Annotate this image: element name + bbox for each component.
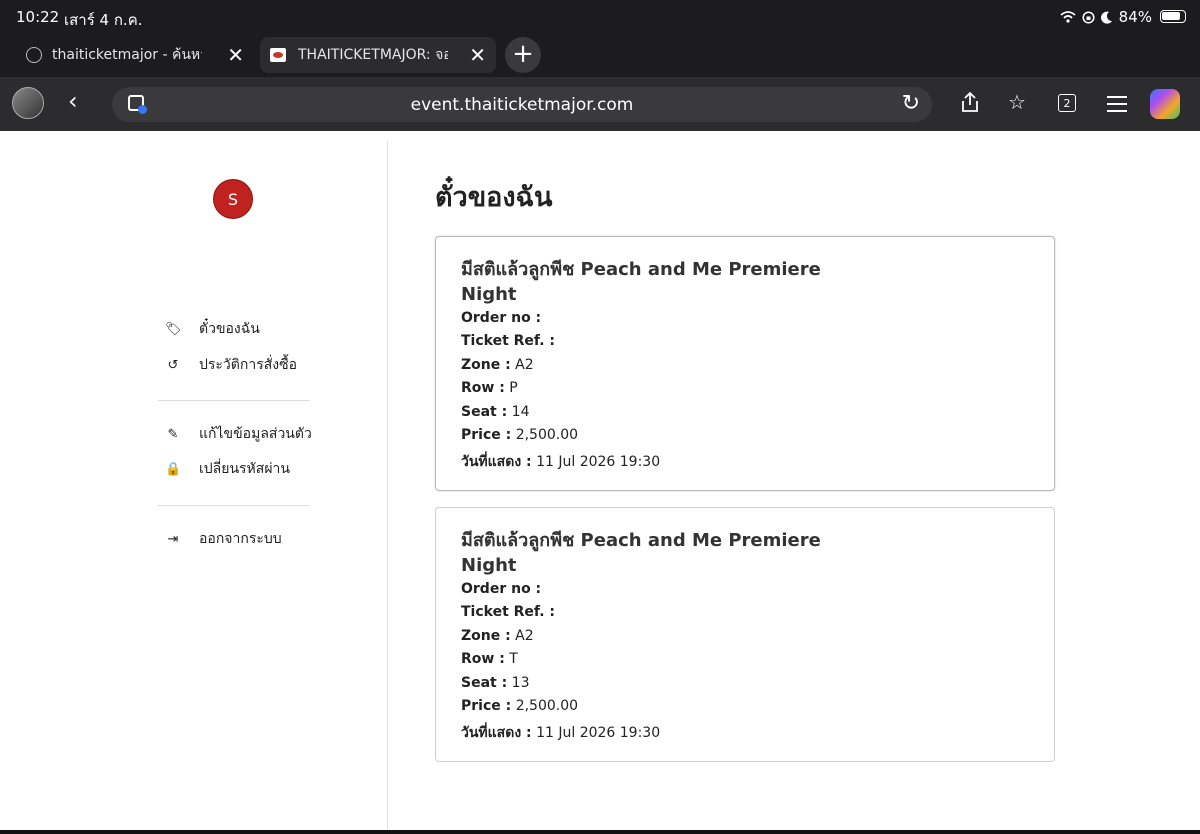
star-icon[interactable]: ☆: [1008, 90, 1026, 114]
browser-chrome: 10:22 เสาร์ 4 ก.ค. 84% thaiticketmajor -…: [0, 0, 1200, 131]
copilot-icon[interactable]: [1150, 89, 1180, 119]
sidebar-item-my-tickets[interactable]: 🏷 ตั๋วของฉัน: [165, 317, 260, 341]
row-row: Row : P: [461, 380, 518, 396]
tab-thaiticketmajor[interactable]: THAITICKETMAJOR: จองตั๋ ✕: [260, 37, 496, 73]
seat-value: 14: [511, 404, 530, 420]
tab-title: thaiticketmajor - ค้นหา: [52, 47, 202, 63]
show-date-row: วันที่แสดง : 11 Jul 2026 19:30: [461, 725, 661, 741]
status-date: เสาร์ 4 ก.ค.: [64, 11, 143, 29]
share-icon[interactable]: [960, 91, 980, 113]
battery-percent: 84%: [1118, 8, 1152, 26]
close-tab-icon[interactable]: ✕: [469, 43, 486, 67]
show-date-value: 11 Jul 2026 19:30: [536, 454, 661, 470]
menu-icon[interactable]: [1106, 95, 1128, 113]
row-value: T: [509, 651, 518, 667]
status-time: 10:22: [16, 8, 60, 26]
sidebar-item-label: ตั๋วของฉัน: [199, 321, 260, 337]
ticket-ref-row: Ticket Ref. :: [461, 333, 556, 349]
sign-out-icon: ⇥: [167, 531, 179, 547]
bottom-edge: [0, 830, 1200, 834]
tab-title: THAITICKETMAJOR: จองตั๋: [298, 47, 448, 63]
ticket-card: มีสติแล้วลูกพีช Peach and Me Premiere Ni…: [435, 236, 1055, 491]
status-bar: 10:22 เสาร์ 4 ก.ค. 84%: [0, 0, 1200, 34]
show-date-row: วันที่แสดง : 11 Jul 2026 19:30: [461, 454, 661, 470]
seat-row: Seat : 13: [461, 675, 530, 691]
user-avatar[interactable]: S: [213, 179, 253, 219]
close-tab-icon[interactable]: ✕: [227, 43, 244, 67]
thaiticketmajor-favicon-icon: [270, 48, 286, 62]
sidebar-item-label: แก้ไขข้อมูลส่วนตัว: [199, 426, 312, 442]
seat-row: Seat : 14: [461, 404, 530, 420]
row-value: P: [509, 380, 518, 396]
back-icon[interactable]: ‹: [68, 87, 78, 115]
profile-avatar[interactable]: [12, 87, 44, 119]
reload-icon[interactable]: ↻: [902, 91, 920, 116]
ticket-icon: 🏷: [165, 321, 182, 337]
zone-row: Zone : A2: [461, 628, 534, 644]
moon-icon: [1100, 11, 1112, 24]
event-title: มีสติแล้วลูกพีช Peach and Me Premiere Ni…: [461, 259, 821, 305]
zone-value: A2: [515, 357, 534, 373]
pencil-icon: ✎: [167, 426, 179, 442]
sidebar-item-edit-profile[interactable]: ✎ แก้ไขข้อมูลส่วนตัว: [165, 422, 312, 446]
wifi-icon: [1060, 11, 1076, 23]
lock-icon: 🔒: [165, 461, 182, 477]
page-title: ตั๋วของฉัน: [435, 182, 553, 213]
sidebar-divider: [158, 400, 310, 401]
sidebar-item-label: เปลี่ยนรหัสผ่าน: [199, 461, 290, 477]
address-bar[interactable]: event.thaiticketmajor.com ↻: [112, 87, 932, 122]
sidebar-item-change-password[interactable]: 🔒 เปลี่ยนรหัสผ่าน: [165, 457, 290, 481]
price-value: 2,500.00: [515, 427, 579, 443]
row-row: Row : T: [461, 651, 518, 667]
order-no-row: Order no :: [461, 581, 542, 597]
sidebar-item-order-history[interactable]: ↺ ประวัติการสั่งซื้อ: [165, 353, 297, 377]
sidebar-item-label: ออกจากระบบ: [199, 531, 282, 547]
url-text[interactable]: event.thaiticketmajor.com: [112, 95, 932, 115]
ticket-ref-row: Ticket Ref. :: [461, 604, 556, 620]
browser-toolbar: ‹ event.thaiticketmajor.com ↻ ☆ 2: [0, 77, 1200, 131]
price-row: Price : 2,500.00: [461, 698, 579, 714]
show-date-value: 11 Jul 2026 19:30: [536, 725, 661, 741]
sidebar-item-label: ประวัติการสั่งซื้อ: [199, 357, 298, 373]
zone-row: Zone : A2: [461, 357, 534, 373]
status-indicators: 84%: [1060, 8, 1152, 26]
seat-value: 13: [511, 675, 530, 691]
price-row: Price : 2,500.00: [461, 427, 579, 443]
page-content: S 🏷 ตั๋วของฉัน ↺ ประวัติการสั่งซื้อ ✎ แก…: [0, 131, 1200, 834]
orientation-lock-icon: [1082, 10, 1095, 24]
globe-icon: [26, 47, 42, 63]
new-tab-button[interactable]: +: [505, 37, 541, 73]
zone-value: A2: [515, 628, 534, 644]
tab-count-button[interactable]: 2: [1058, 94, 1076, 112]
order-no-row: Order no :: [461, 310, 542, 326]
history-icon: ↺: [167, 357, 179, 373]
sidebar-divider: [158, 505, 310, 506]
sidebar-item-logout[interactable]: ⇥ ออกจากระบบ: [165, 527, 282, 551]
event-title: มีสติแล้วลูกพีช Peach and Me Premiere Ni…: [461, 530, 821, 576]
ticket-card: มีสติแล้วลูกพีช Peach and Me Premiere Ni…: [435, 507, 1055, 762]
price-value: 2,500.00: [515, 698, 579, 714]
tab-search[interactable]: thaiticketmajor - ค้นหา ✕: [14, 37, 254, 73]
account-sidebar: S 🏷 ตั๋วของฉัน ↺ ประวัติการสั่งซื้อ ✎ แก…: [0, 141, 388, 834]
battery-icon: [1160, 10, 1186, 23]
